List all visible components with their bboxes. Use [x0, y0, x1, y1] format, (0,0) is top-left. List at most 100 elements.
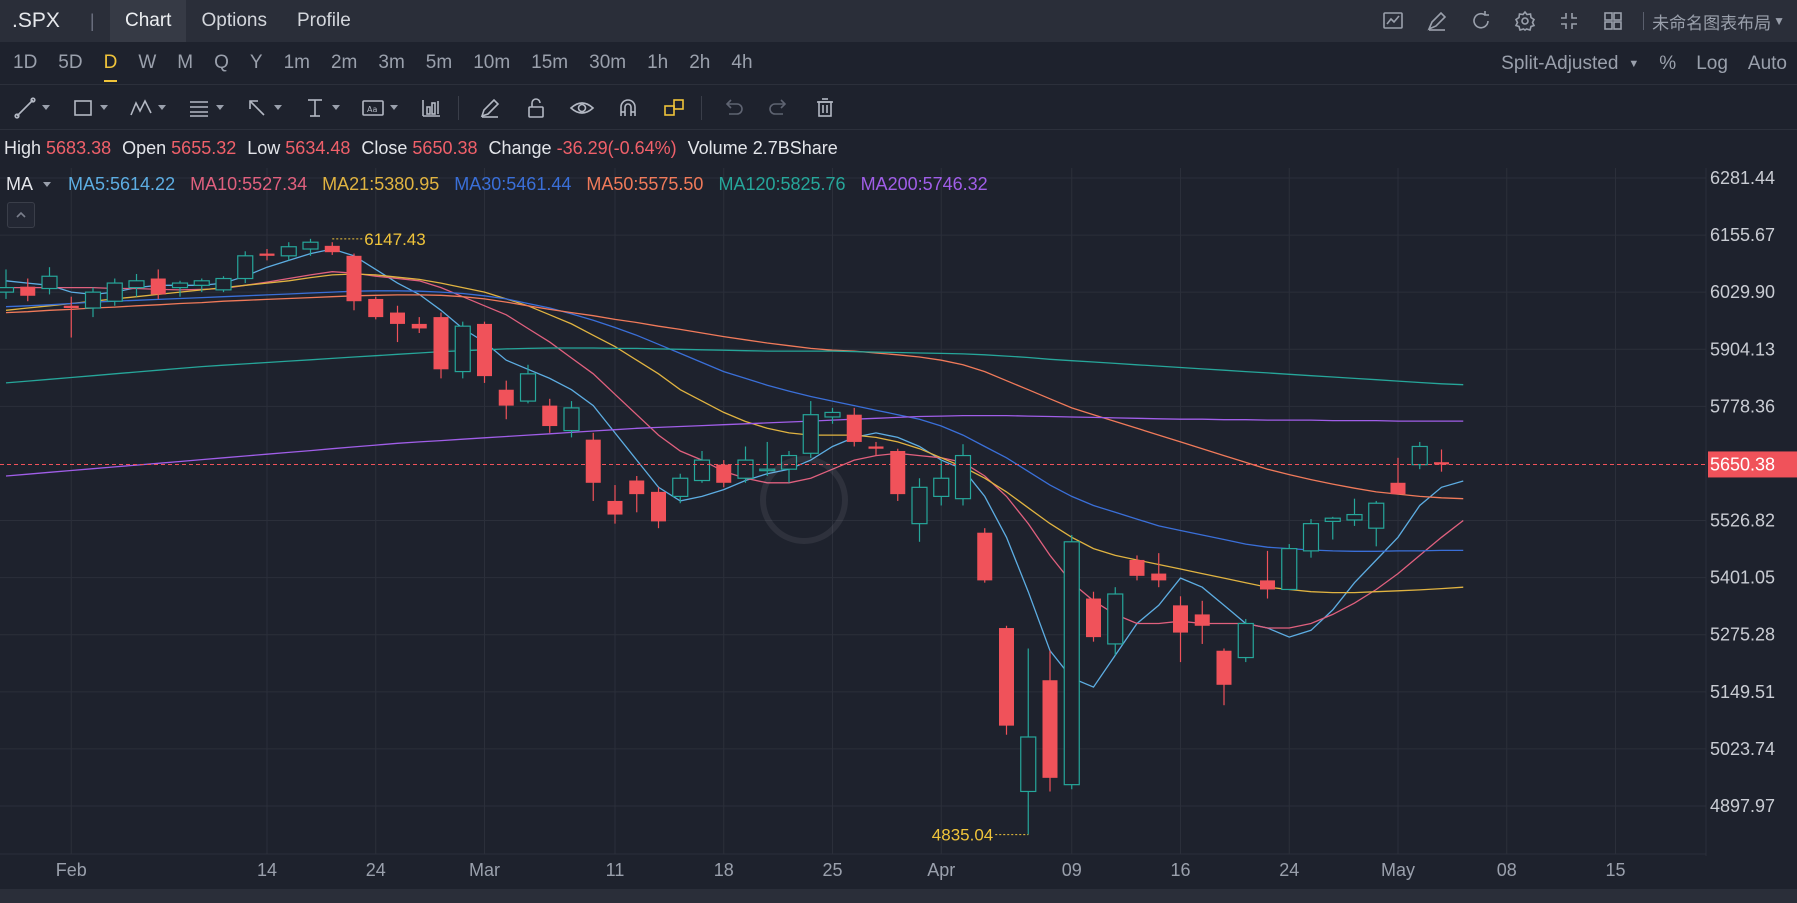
link-icon [664, 98, 684, 116]
interval-2h[interactable]: 2h [676, 42, 718, 85]
eye-icon [569, 101, 595, 114]
candle-body [433, 317, 449, 370]
arrow-tool[interactable] [232, 86, 290, 130]
draw-icon[interactable] [1415, 0, 1459, 42]
tab-chart-label: Chart [125, 10, 172, 31]
interval-1h[interactable]: 1h [634, 42, 676, 85]
refresh-icon[interactable] [1459, 0, 1503, 42]
chart-icon[interactable] [1371, 0, 1415, 42]
candle-body [346, 255, 362, 302]
tab-profile-label: Profile [296, 10, 351, 31]
interval-4h[interactable]: 4h [718, 42, 760, 85]
undo-button[interactable] [708, 86, 754, 130]
candle-body [933, 477, 950, 498]
pattern-icon [130, 98, 152, 115]
rectangle-tool[interactable] [58, 86, 116, 130]
ma-value-ma10: MA10:5527.34 [190, 174, 308, 194]
candle-body [1346, 513, 1363, 521]
interval-d[interactable]: D [91, 42, 126, 85]
pattern-tool[interactable] [116, 86, 174, 130]
interval-1m[interactable]: 1m [271, 42, 318, 85]
ohlc-info: High 5683.38 Open 5655.32 Low 5634.48 Close… [4, 138, 843, 159]
fibonacci-tool[interactable] [174, 86, 232, 130]
indicator-tool[interactable] [406, 86, 452, 130]
collapse-indicators-button[interactable] [7, 202, 35, 228]
text-icon: Aa [362, 99, 384, 116]
candle-body [1107, 593, 1124, 645]
trendline-tool[interactable] [0, 86, 58, 130]
ma-value-ma50: MA50:5575.50 [586, 174, 704, 194]
percent-toggle[interactable]: % [1649, 53, 1686, 75]
pencil-tool[interactable] [465, 86, 511, 130]
visibility-tool[interactable] [557, 86, 603, 130]
caret-down-icon: ▼ [1628, 57, 1640, 70]
interval-w[interactable]: W [125, 42, 164, 85]
svg-text:Aa: Aa [367, 105, 377, 114]
chevron-down-icon: ▼ [1773, 14, 1785, 28]
candle-body [1129, 559, 1145, 576]
interval-1d[interactable]: 1D [0, 42, 45, 85]
layout-grid-icon[interactable] [1591, 0, 1635, 42]
auto-label: Auto [1747, 52, 1787, 74]
candle-body [237, 255, 254, 280]
interval-label: Y [249, 52, 263, 73]
auto-toggle[interactable]: Auto [1738, 53, 1797, 75]
y-tick-label: 6155.67 [1710, 225, 1775, 245]
redo-icon [769, 98, 787, 115]
interval-5d[interactable]: 5D [45, 42, 90, 85]
ma-value-ma5: MA5:5614.22 [68, 174, 176, 194]
candle-body [802, 414, 819, 454]
tab-profile[interactable]: Profile [282, 0, 366, 42]
tab-options[interactable]: Options [186, 0, 281, 42]
text-tool[interactable]: Aa [348, 86, 406, 130]
candle-body [411, 323, 427, 329]
pencil-icon [480, 98, 500, 118]
candle-body [1237, 622, 1254, 659]
x-tick-label: May [1381, 860, 1415, 880]
fullscreen-icon[interactable] [1547, 0, 1591, 42]
candle-body [607, 500, 623, 515]
ma-value-ma21: MA21:5380.95 [322, 174, 440, 194]
toolbar-separator [458, 95, 459, 120]
redo-button[interactable] [754, 86, 800, 130]
layout-selector[interactable]: 未命名图表布局 ▼ [1652, 9, 1797, 34]
interval-y[interactable]: Y [237, 42, 271, 85]
interval-10m[interactable]: 10m [460, 42, 518, 85]
magnet-tool[interactable] [603, 86, 649, 130]
interval-label: 2h [689, 52, 711, 73]
candle-body [1063, 541, 1080, 786]
candle-body [629, 480, 645, 495]
interval-3m[interactable]: 3m [365, 42, 412, 85]
candle-body [563, 407, 580, 432]
candle-body [280, 246, 297, 257]
candle-body [84, 291, 102, 309]
x-tick-label: 18 [714, 860, 734, 880]
adjust-selector[interactable]: Split-Adjusted ▼ [1491, 53, 1649, 75]
settings-icon[interactable] [1503, 0, 1547, 42]
interval-q[interactable]: Q [201, 42, 237, 85]
candle-body [1194, 614, 1210, 626]
interval-label: M [177, 52, 194, 73]
candle-body [542, 405, 558, 427]
interval-2m[interactable]: 2m [318, 42, 365, 85]
interval-5m[interactable]: 5m [413, 42, 460, 85]
price-chart[interactable]: 6147.43 4835.04 6281.44 6155.67 6029.90 5904.… [0, 168, 1797, 889]
close-label: Close [361, 138, 408, 158]
log-toggle[interactable]: Log [1686, 53, 1738, 75]
symbol-selector[interactable]: .SPX | [0, 9, 110, 33]
candle-body [171, 282, 189, 289]
y-tick-label: 5526.82 [1710, 511, 1775, 531]
ma-value-ma30: MA30:5461.44 [454, 174, 572, 194]
ma-indicator-selector[interactable]: MA [6, 174, 51, 195]
interval-m[interactable]: M [164, 42, 201, 85]
x-tick-label: 24 [1279, 860, 1299, 880]
tab-chart[interactable]: Chart [110, 0, 187, 42]
measure-tool[interactable] [290, 86, 348, 130]
interval-30m[interactable]: 30m [576, 42, 634, 85]
link-tool[interactable] [649, 86, 695, 130]
lock-tool[interactable] [511, 86, 557, 130]
delete-button[interactable] [800, 86, 846, 130]
interval-15m[interactable]: 15m [518, 42, 576, 85]
rectangle-icon [74, 99, 92, 116]
candle-body [846, 414, 862, 442]
